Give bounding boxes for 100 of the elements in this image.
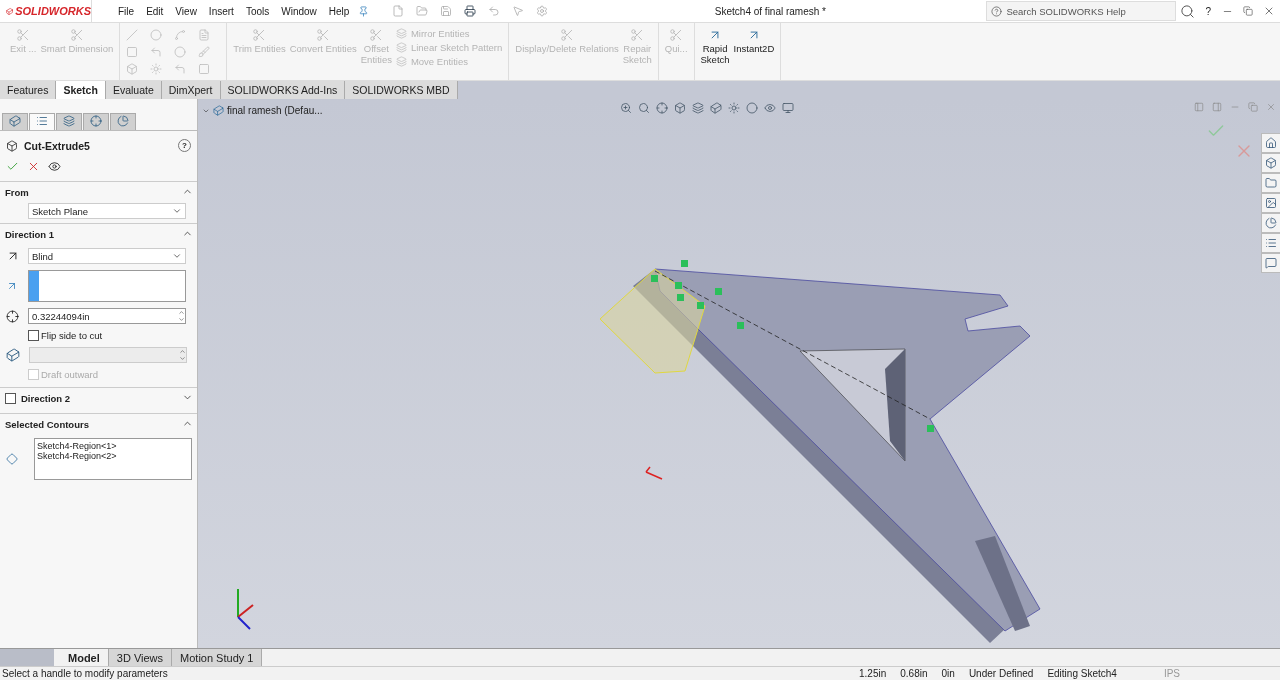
model-tab[interactable]: Motion Study 1 <box>172 649 263 666</box>
section-title: Direction 1 <box>5 229 55 240</box>
sketch-tool-icon[interactable] <box>198 29 211 41</box>
sketch-tool-icon[interactable] <box>150 29 163 41</box>
sketch-tool-icon[interactable] <box>126 29 139 41</box>
view-tool-icon[interactable] <box>674 102 686 114</box>
command-tab[interactable]: Features <box>0 81 57 99</box>
dropdown[interactable]: Sketch Plane <box>28 203 186 219</box>
feature-icon <box>6 139 18 152</box>
spin-up-icon <box>179 348 186 355</box>
menu-item[interactable]: Insert <box>202 5 240 17</box>
list-item[interactable]: Sketch4-Region<1> <box>37 441 189 451</box>
menu-item[interactable]: File <box>112 5 141 17</box>
checkbox[interactable] <box>5 393 16 404</box>
image-icon[interactable] <box>1265 197 1277 209</box>
draft-field[interactable] <box>29 347 187 363</box>
pin-icon[interactable] <box>358 5 370 17</box>
sketch-tool-icon[interactable] <box>198 63 211 75</box>
restore-icon[interactable] <box>1248 102 1258 112</box>
panel-tab[interactable] <box>83 113 109 130</box>
command-tab[interactable]: DimXpert <box>161 81 221 99</box>
home-icon[interactable] <box>1265 137 1277 149</box>
sketch-tool-icon[interactable] <box>198 46 211 58</box>
command-tab[interactable]: SOLIDWORKS Add-Ins <box>220 81 346 99</box>
part-icon <box>213 105 224 116</box>
cube-icon[interactable] <box>1265 157 1277 169</box>
checkbox-label: Flip side to cut <box>41 330 103 341</box>
tool-icon <box>252 28 267 42</box>
panel-tab[interactable] <box>56 113 82 130</box>
view-tool-icon[interactable] <box>620 102 632 114</box>
list-icon[interactable] <box>1265 237 1277 249</box>
menu-item[interactable]: Tools <box>239 5 276 17</box>
close-icon[interactable] <box>1263 5 1275 17</box>
status-message: Select a handle to modify parameters <box>1 668 169 679</box>
spin-up-icon <box>178 309 185 316</box>
pie-chart-icon <box>117 115 129 127</box>
folder-icon[interactable] <box>1265 177 1277 189</box>
list-item[interactable]: Sketch4-Region<2> <box>37 451 189 461</box>
tool-icon <box>669 28 684 42</box>
status-field: 1.25in <box>852 668 894 679</box>
view-tool-icon[interactable] <box>764 102 776 114</box>
command-tab[interactable]: SOLIDWORKS MBD <box>345 81 458 99</box>
search-icon[interactable] <box>1180 3 1196 19</box>
spin-down-icon <box>179 355 186 362</box>
menu-item[interactable]: View <box>169 5 203 17</box>
sketch-tool-icon[interactable] <box>174 63 187 75</box>
ribbon-button[interactable]: Instant2D <box>733 25 775 78</box>
sketch-tool-icon[interactable] <box>126 63 139 75</box>
command-tab[interactable]: Evaluate <box>105 81 162 99</box>
panel-tab[interactable] <box>2 113 28 130</box>
panel-tab[interactable] <box>29 113 55 130</box>
view-tool-icon[interactable] <box>728 102 740 114</box>
menu-item[interactable]: Window <box>275 5 323 17</box>
sketch-tool-icon[interactable] <box>174 29 187 41</box>
tool-icon <box>560 28 575 42</box>
view-tool-icon[interactable] <box>746 102 758 114</box>
panel-tab[interactable] <box>110 113 136 130</box>
contour-icon <box>6 453 18 465</box>
view-tool-icon[interactable] <box>638 102 650 114</box>
menu-item[interactable]: Help <box>322 5 356 17</box>
contour-list[interactable]: Sketch4-Region<1> Sketch4-Region<2> <box>34 438 192 480</box>
ribbon-button[interactable]: Rapid Sketch <box>700 25 730 78</box>
menu-item[interactable]: Edit <box>140 5 170 17</box>
chat-icon[interactable] <box>1265 257 1277 269</box>
tool-icon <box>395 28 407 39</box>
toolbar-icon[interactable] <box>464 5 477 17</box>
sketch-tool-icon[interactable] <box>126 46 139 58</box>
restore-icon[interactable] <box>1243 6 1253 16</box>
checkbox[interactable] <box>28 330 39 341</box>
section-title: Selected Contours <box>5 419 89 430</box>
dropdown[interactable]: Blind <box>28 248 186 264</box>
model-tab[interactable]: 3D Views <box>108 649 173 666</box>
cancel-icon[interactable] <box>27 160 40 173</box>
view-tool-icon[interactable] <box>710 102 722 114</box>
pie-chart-icon[interactable] <box>1265 217 1277 229</box>
status-field: Under Defined <box>961 668 1041 679</box>
split-right-icon[interactable] <box>1212 102 1222 112</box>
status-field: Editing Sketch4 <box>1040 668 1124 679</box>
direction-field[interactable] <box>28 270 186 302</box>
tree-item[interactable]: final ramesh (Defau... <box>227 105 323 116</box>
app-logo[interactable]: SOLIDWORKS <box>0 0 92 22</box>
help-menu[interactable]: ? <box>1199 5 1217 17</box>
status-field: IPS <box>1123 668 1220 679</box>
command-tab[interactable]: Sketch <box>56 81 106 99</box>
sketch-tool-icon[interactable] <box>150 46 163 58</box>
tool-icon <box>69 28 84 42</box>
draft-icon[interactable] <box>6 348 20 362</box>
tool-icon <box>316 28 331 42</box>
depth-field[interactable]: 0.32244094in <box>28 308 186 324</box>
view-tool-icon[interactable] <box>656 102 668 114</box>
search-field[interactable]: Search SOLIDWORKS Help <box>986 1 1177 21</box>
section-title: Direction 2 <box>21 393 71 404</box>
sketch-tool-icon[interactable] <box>150 63 163 75</box>
view-tool-icon[interactable] <box>782 102 794 114</box>
view-tool-icon[interactable] <box>692 102 704 114</box>
preview-icon[interactable] <box>48 160 61 173</box>
status-field: 0.68in <box>893 668 935 679</box>
sketch-tool-icon[interactable] <box>174 46 187 58</box>
ok-icon[interactable] <box>6 160 19 173</box>
split-left-icon[interactable] <box>1194 102 1204 112</box>
